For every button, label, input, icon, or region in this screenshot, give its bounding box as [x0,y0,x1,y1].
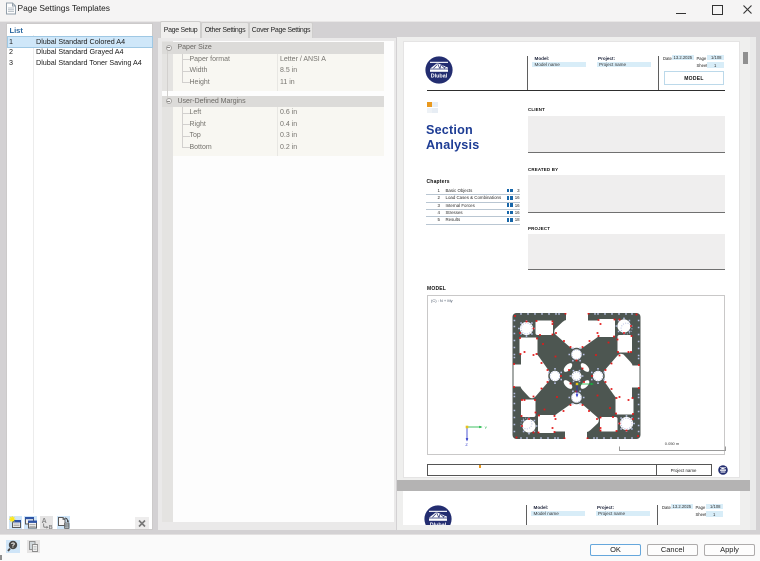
svg-text:?: ? [11,543,15,550]
svg-text:Y: Y [485,425,488,430]
svg-text:B: B [49,525,53,529]
svg-text:Dlubal: Dlubal [431,73,448,79]
svg-text:Dlubal: Dlubal [430,522,447,525]
svg-text:Z: Z [465,442,468,447]
svg-text:A: A [42,518,47,525]
